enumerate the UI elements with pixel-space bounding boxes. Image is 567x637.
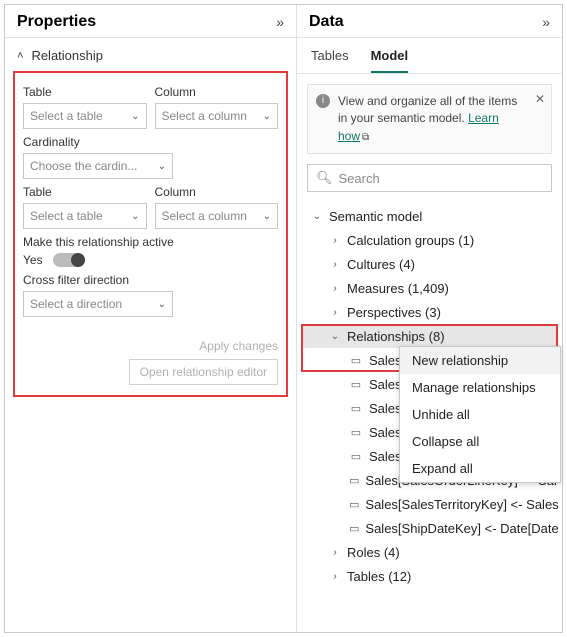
tab-tables[interactable]: Tables [311, 44, 349, 73]
cardinality-select[interactable]: Choose the cardin... ⌄ [23, 153, 173, 179]
tree-item[interactable]: › Calculation groups (1) [301, 228, 558, 252]
relationship-icon: ▭ [349, 474, 359, 487]
relationship-section-header[interactable]: ˄ Relationship [5, 38, 296, 65]
tree-item-label: Roles (4) [347, 545, 400, 560]
cross-filter-select[interactable]: Select a direction ⌄ [23, 291, 173, 317]
tab-model[interactable]: Model [371, 44, 409, 73]
chevron-right-icon: › [329, 571, 341, 582]
cardinality-label: Cardinality [23, 135, 278, 149]
relationship-icon: ▭ [349, 426, 363, 439]
chevron-right-icon: › [329, 235, 341, 246]
data-tabs: Tables Model [297, 38, 562, 73]
data-panel: Data » Tables Model i View and organize … [297, 5, 562, 632]
table-select-2-placeholder: Select a table [30, 209, 103, 223]
tree-item[interactable]: › Cultures (4) [301, 252, 558, 276]
menu-item-unhide-all[interactable]: Unhide all [400, 401, 560, 428]
column-label-2: Column [155, 185, 279, 199]
tree-item-label: Sales[SalesTerritoryKey] <- Sales Te... [365, 497, 558, 512]
divider [297, 73, 562, 74]
chevron-down-icon: ⌄ [329, 331, 341, 342]
relationship-icon: ▭ [349, 450, 363, 463]
tree-item-relationship[interactable]: ▭ Sales[SalesTerritoryKey] <- Sales Te... [301, 492, 558, 516]
menu-item-manage-relationships[interactable]: Manage relationships [400, 374, 560, 401]
tree-item-label: Relationships (8) [347, 329, 445, 344]
chevron-down-icon: ⌄ [158, 299, 166, 310]
close-icon[interactable]: ✕ [535, 91, 545, 108]
properties-header: Properties » [5, 5, 296, 37]
info-bar: i View and organize all of the items in … [307, 84, 552, 154]
model-tree: ⌄Semantic model ›Calculation groups (1) … [301, 204, 558, 588]
active-toggle-row: Yes [23, 253, 278, 267]
column-label-1: Column [155, 85, 279, 99]
open-relationship-editor-button[interactable]: Open relationship editor [129, 359, 278, 385]
data-header: Data » [297, 5, 562, 37]
relationship-icon: ▭ [349, 522, 359, 535]
info-icon: i [316, 94, 330, 108]
chevron-down-icon: ⌄ [311, 211, 323, 222]
apply-changes-button[interactable]: Apply changes [199, 339, 278, 353]
tree-root[interactable]: ⌄ Semantic model [301, 204, 558, 228]
chevron-down-icon: ⌄ [131, 211, 139, 222]
properties-panel: Properties » ˄ Relationship Table Select… [5, 5, 297, 632]
app-root: Properties » ˄ Relationship Table Select… [4, 4, 563, 633]
table-label-1: Table [23, 85, 147, 99]
search-placeholder: Search [339, 171, 380, 186]
active-value: Yes [23, 253, 43, 267]
relationship-icon: ▭ [349, 378, 363, 391]
properties-title: Properties [17, 13, 96, 31]
relationship-icon: ▭ [349, 402, 363, 415]
external-link-icon: ⧉ [362, 132, 369, 143]
tree-item[interactable]: › Perspectives (3) [301, 300, 558, 324]
tree-item[interactable]: › Measures (1,409) [301, 276, 558, 300]
chevron-up-icon: ˄ [17, 50, 23, 62]
collapse-panel-icon[interactable]: » [542, 14, 550, 30]
tree-root-label: Semantic model [329, 209, 422, 224]
relationship-section-label: Relationship [31, 48, 103, 63]
column-select-1-placeholder: Select a column [162, 109, 247, 123]
chevron-right-icon: › [329, 547, 341, 558]
relationship-icon: ▭ [349, 498, 359, 511]
tree-item[interactable]: › Roles (4) [301, 540, 558, 564]
chevron-down-icon: ⌄ [263, 211, 271, 222]
collapse-panel-icon[interactable]: » [276, 14, 284, 30]
table-select-1-placeholder: Select a table [30, 109, 103, 123]
relationship-form: Table Select a table ⌄ Column Select a c… [13, 71, 288, 397]
relationship-icon: ▭ [349, 354, 363, 367]
menu-item-new-relationship[interactable]: New relationship [400, 347, 560, 374]
cardinality-placeholder: Choose the cardin... [30, 159, 137, 173]
column-select-1[interactable]: Select a column ⌄ [155, 103, 279, 129]
table-label-2: Table [23, 185, 147, 199]
toggle-knob [71, 253, 85, 267]
menu-item-collapse-all[interactable]: Collapse all [400, 428, 560, 455]
tree-item-label: Calculation groups (1) [347, 233, 474, 248]
search-input[interactable]: 🔍︎ Search [307, 164, 552, 192]
chevron-right-icon: › [329, 283, 341, 294]
tree-item-label: Measures (1,409) [347, 281, 449, 296]
tree-item-label: Perspectives (3) [347, 305, 441, 320]
chevron-right-icon: › [329, 307, 341, 318]
tree-item-label: Tables (12) [347, 569, 411, 584]
active-label: Make this relationship active [23, 235, 278, 249]
column-select-2-placeholder: Select a column [162, 209, 247, 223]
search-icon: 🔍︎ [316, 170, 333, 186]
context-menu: New relationship Manage relationships Un… [399, 346, 561, 483]
chevron-down-icon: ⌄ [131, 111, 139, 122]
chevron-down-icon: ⌄ [158, 161, 166, 172]
menu-item-expand-all[interactable]: Expand all [400, 455, 560, 482]
cross-filter-label: Cross filter direction [23, 273, 278, 287]
table-select-2[interactable]: Select a table ⌄ [23, 203, 147, 229]
cross-filter-placeholder: Select a direction [30, 297, 122, 311]
tree-item[interactable]: › Tables (12) [301, 564, 558, 588]
tree-item-relationships[interactable]: ⌄ Relationships (8) [301, 324, 558, 348]
tree-item-relationship[interactable]: ▭ Sales[ShipDateKey] <- Date[DateKey] [301, 516, 558, 540]
column-select-2[interactable]: Select a column ⌄ [155, 203, 279, 229]
data-title: Data [309, 13, 344, 31]
table-select-1[interactable]: Select a table ⌄ [23, 103, 147, 129]
tree-item-label: Sales[ShipDateKey] <- Date[DateKey] [365, 521, 558, 536]
chevron-down-icon: ⌄ [263, 111, 271, 122]
tree-item-label: Cultures (4) [347, 257, 415, 272]
active-toggle[interactable] [53, 253, 85, 267]
chevron-right-icon: › [329, 259, 341, 270]
